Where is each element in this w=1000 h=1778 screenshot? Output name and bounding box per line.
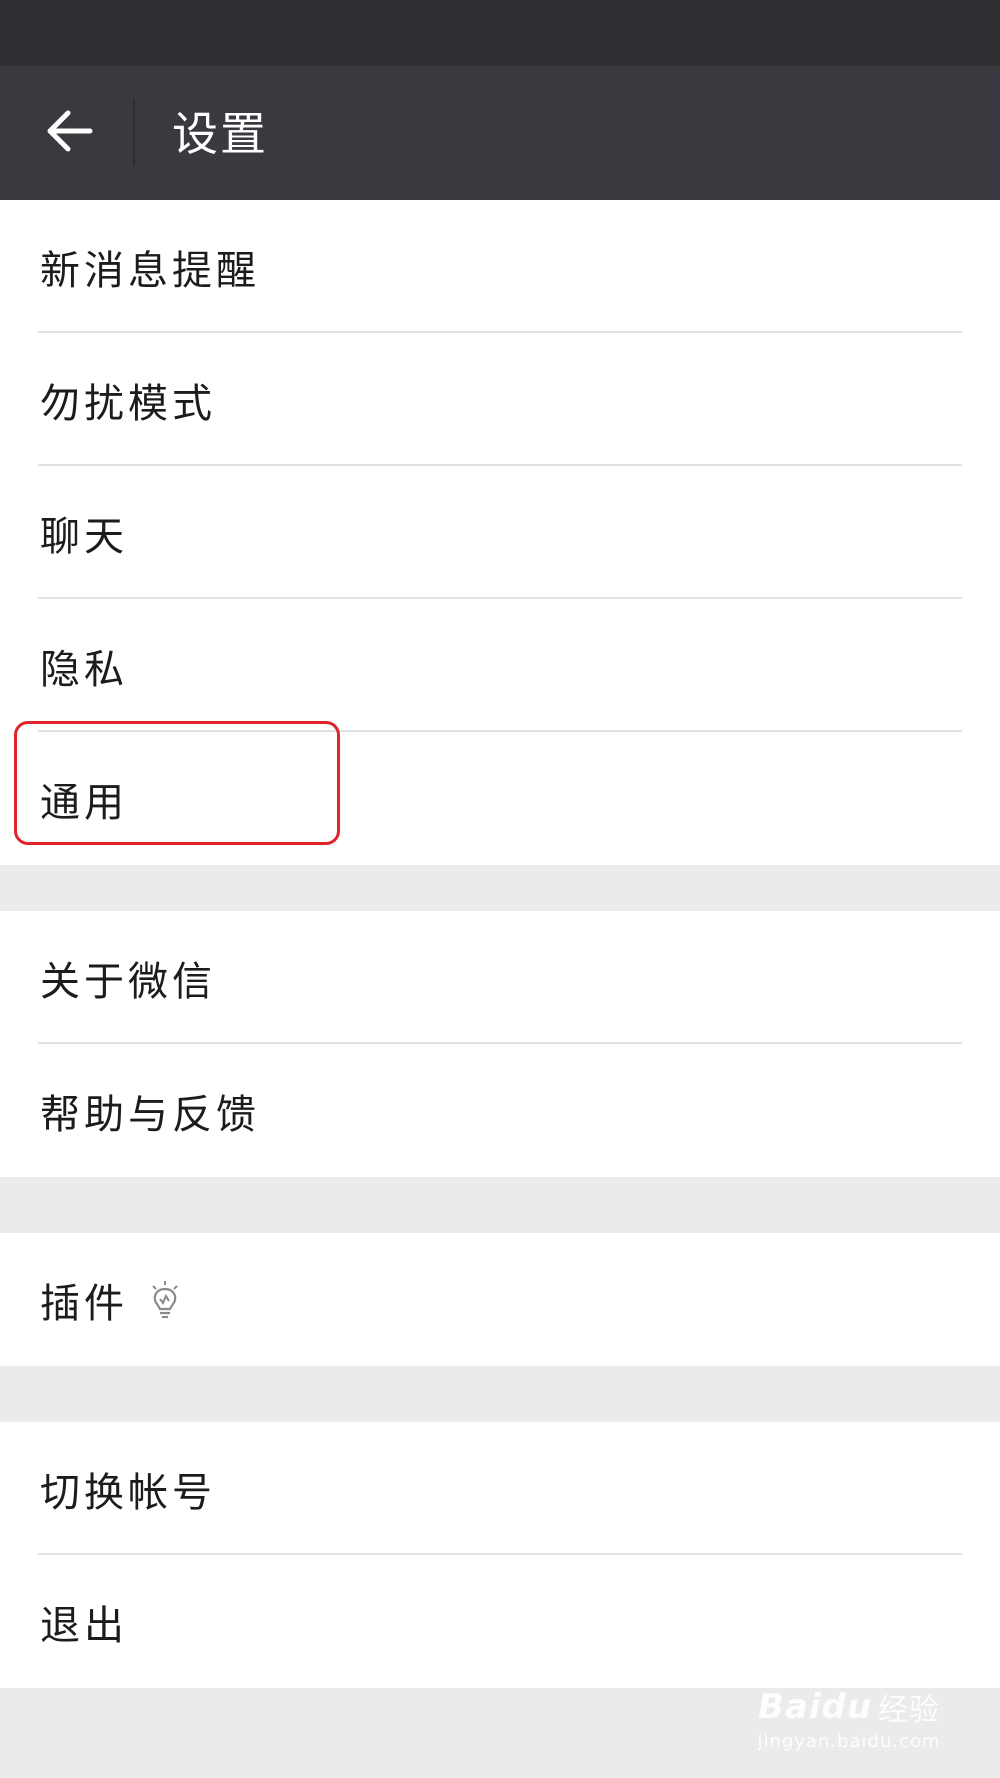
settings-item-label: 帮助与反馈: [40, 1091, 260, 1138]
settings-item-label: 通用: [40, 779, 128, 826]
settings-item-label: 切换帐号: [40, 1469, 216, 1516]
settings-item-label: 关于微信: [40, 958, 216, 1005]
settings-item-label: 插件: [40, 1280, 128, 1327]
settings-item-chat[interactable]: 聊天: [0, 466, 1000, 599]
watermark-url: jingyan.baidu.com: [757, 1731, 941, 1752]
back-button[interactable]: [34, 96, 104, 166]
settings-item-log-out[interactable]: 退出: [0, 1555, 1000, 1688]
settings-item-new-message-notification[interactable]: 新消息提醒: [0, 200, 1000, 333]
baidu-watermark: Baidu 经验 jingyan.baidu.com: [754, 1685, 944, 1752]
title-bar: 设置: [0, 66, 1000, 200]
page-title: 设置: [172, 107, 268, 161]
lightbulb-icon: [148, 1280, 182, 1320]
settings-item-do-not-disturb[interactable]: 勿扰模式: [0, 333, 1000, 466]
watermark-brand: Baidu 经验: [754, 1685, 944, 1729]
settings-item-switch-account[interactable]: 切换帐号: [0, 1422, 1000, 1555]
settings-item-plugins[interactable]: 插件: [0, 1233, 1000, 1366]
settings-group-about: 关于微信 帮助与反馈: [0, 911, 1000, 1177]
settings-item-label-wrap: 插件: [40, 1233, 182, 1366]
title-divider: [133, 100, 135, 166]
settings-item-about-wechat[interactable]: 关于微信: [0, 911, 1000, 1044]
settings-item-general[interactable]: 通用: [0, 732, 1000, 865]
settings-group-account: 切换帐号 退出: [0, 1422, 1000, 1688]
settings-item-label: 聊天: [40, 513, 128, 560]
settings-item-privacy[interactable]: 隐私: [0, 599, 1000, 732]
settings-item-label: 勿扰模式: [40, 380, 216, 427]
settings-group-main: 新消息提醒 勿扰模式 聊天 隐私 通用: [0, 200, 1000, 865]
arrow-left-icon: [47, 110, 93, 152]
settings-item-label: 新消息提醒: [40, 247, 260, 294]
watermark-brand-en: Baidu: [757, 1687, 873, 1727]
settings-group-plugins: 插件: [0, 1233, 1000, 1366]
settings-item-label: 退出: [40, 1602, 128, 1649]
settings-item-help-feedback[interactable]: 帮助与反馈: [0, 1044, 1000, 1177]
status-bar: [0, 0, 1000, 66]
settings-item-label: 隐私: [40, 646, 128, 693]
watermark-brand-cn: 经验: [878, 1693, 941, 1728]
